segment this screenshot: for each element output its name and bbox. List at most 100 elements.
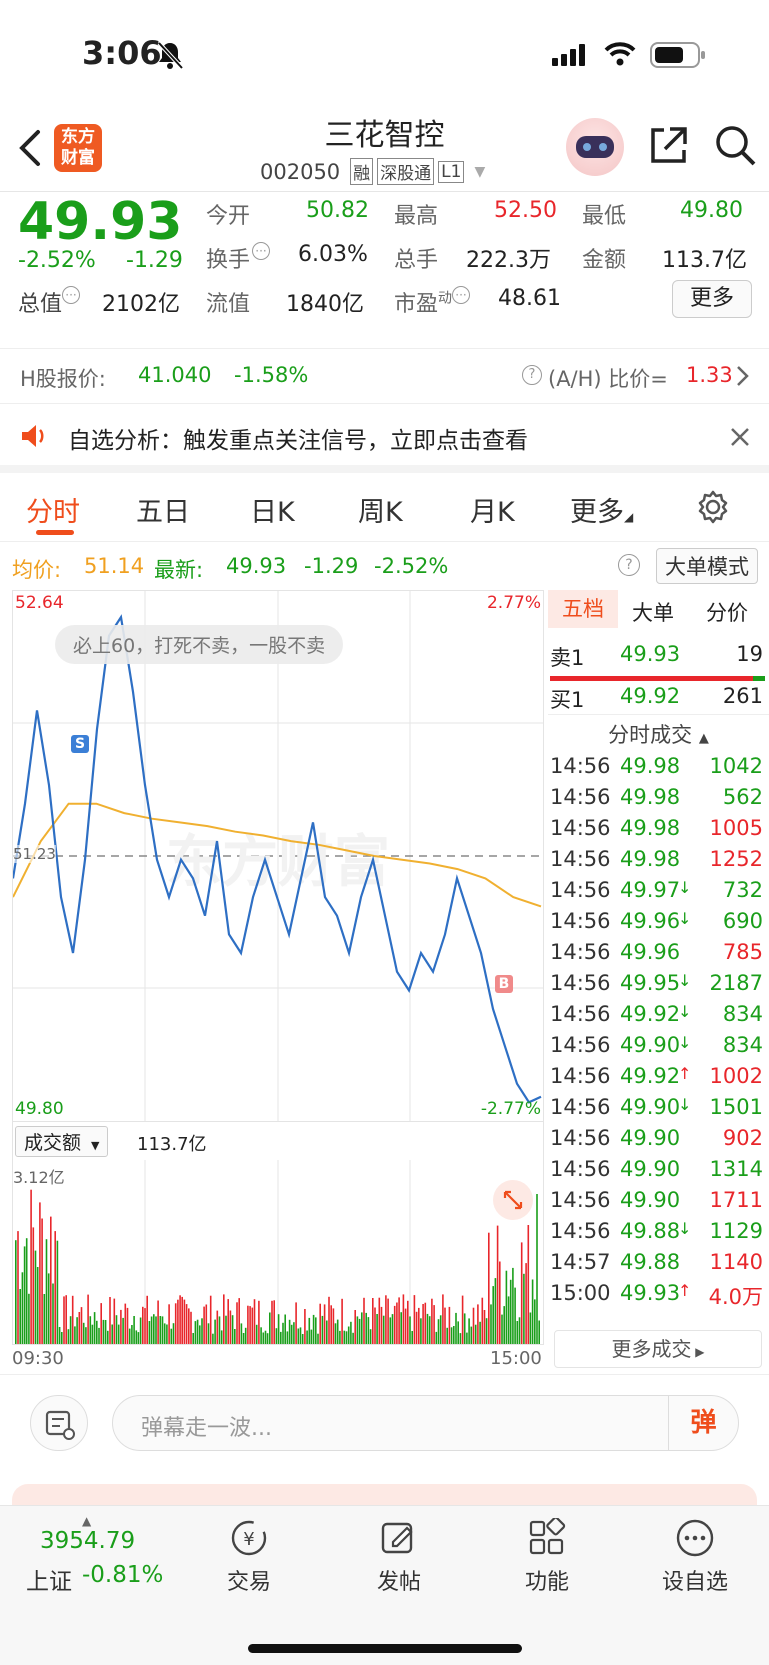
volume-bar [347, 1326, 350, 1344]
more-trades-button[interactable]: 更多成交 ▶ [554, 1330, 762, 1368]
status-bar: 3:06 [0, 0, 769, 110]
volume-bar [190, 1311, 192, 1344]
h-share-row[interactable]: H股报价: 41.040 -1.58% ? (A/H) 比价= 1.33 [0, 348, 769, 404]
ticks-header[interactable]: 分时成交 ▲ [548, 714, 769, 750]
danmu-settings-icon[interactable] [30, 1395, 88, 1451]
volume-bar [183, 1299, 186, 1344]
tick-price: 49.96 [620, 940, 681, 964]
share-icon[interactable] [648, 124, 690, 166]
tab-price-distribution[interactable]: 分价 [706, 597, 748, 627]
volume-bar [455, 1312, 457, 1344]
volume-bar [503, 1306, 505, 1344]
intraday-chart-svg: 东方财富 [13, 591, 543, 1121]
volume-bar [120, 1309, 122, 1344]
tab-more[interactable]: 更多◢ [570, 490, 633, 529]
info-dots-icon[interactable]: ··· [62, 286, 81, 304]
tab-five-levels[interactable]: 五档 [548, 590, 618, 628]
volume-bar [93, 1312, 96, 1344]
volume-bar [96, 1320, 98, 1344]
tick-volume: 1711 [709, 1188, 763, 1212]
volume-bar [448, 1306, 451, 1344]
info-dots-icon[interactable]: ··· [252, 242, 271, 260]
tick-time: 14:56 [550, 1033, 611, 1057]
tab-monthly-k[interactable]: 月K [470, 490, 515, 529]
info-dots-icon[interactable]: ··· [452, 286, 471, 304]
high-label: 最高 [394, 204, 439, 229]
tick-arrow: ↓ [678, 878, 692, 897]
nav-add-watchlist[interactable]: 设自选 [640, 1518, 750, 1596]
tab-big-orders[interactable]: 大单 [632, 597, 674, 627]
robot-assistant-icon[interactable] [566, 118, 624, 176]
volume-bar [82, 1322, 85, 1344]
help-icon[interactable]: ? [522, 365, 542, 385]
volume-max-label: 3.12亿 [13, 1168, 65, 1187]
nav-functions[interactable]: 功能 [492, 1516, 602, 1596]
tick-volume: 1042 [709, 754, 763, 778]
open-value: 50.82 [306, 198, 369, 223]
tick-arrow: ↑ [678, 1064, 692, 1083]
big-order-mode-button[interactable]: 大单模式 [656, 548, 758, 584]
expand-icon[interactable] [493, 1180, 533, 1220]
stock-code: 002050 [260, 159, 341, 184]
tick-volume: 1002 [709, 1064, 763, 1088]
volume-bar [32, 1227, 35, 1344]
home-indicator [248, 1644, 522, 1653]
volume-bar [387, 1298, 389, 1344]
volume-bar [126, 1307, 129, 1344]
volume-bar [196, 1319, 199, 1344]
analysis-banner[interactable]: 自选分析：触发重点关注信号，立即点击查看 [0, 405, 769, 473]
intraday-chart[interactable]: 东方财富 52.64 2.77% 51.23 49.80 -2.77% 必上60… [12, 590, 544, 1122]
tab-weekly-k[interactable]: 周K [358, 490, 403, 529]
tab-intraday[interactable]: 分时 [26, 490, 80, 529]
nav-post[interactable]: 发帖 [344, 1518, 454, 1596]
volume-bar [301, 1334, 304, 1344]
volume-bar [166, 1324, 168, 1344]
volume-bar [466, 1332, 468, 1344]
back-arrow-icon[interactable] [16, 128, 44, 168]
volume-label: 总手 [394, 248, 439, 273]
volume-bar [426, 1313, 429, 1344]
tick-row: 14:56 49.97 ↓ 732 [548, 878, 769, 911]
change-percent: -2.52% [18, 248, 96, 273]
volume-chart[interactable]: 3.12亿 [12, 1160, 544, 1345]
help-icon[interactable]: ? [618, 554, 640, 576]
axis-mid: 51.23 [13, 845, 56, 863]
sell-signal-icon[interactable]: S [71, 735, 89, 753]
volume-bar [85, 1327, 87, 1344]
search-icon[interactable] [714, 124, 758, 168]
volume-bar [396, 1302, 398, 1344]
volume-bar [80, 1307, 83, 1344]
volume-bar [115, 1315, 118, 1344]
volume-type-select[interactable]: 成交额 ▼ [15, 1126, 109, 1157]
volume-bar [76, 1317, 78, 1344]
tab-daily-k[interactable]: 日K [250, 490, 295, 529]
settings-gear-icon[interactable] [696, 490, 730, 524]
tick-price: 49.98 [620, 785, 681, 809]
close-icon[interactable] [730, 427, 750, 447]
volume-bar [273, 1300, 275, 1344]
danmu-send-button[interactable]: 弹 [668, 1396, 738, 1450]
stock-code-line[interactable]: 002050 融 深股通 L1 ▼ [260, 158, 485, 185]
nav-trade[interactable]: ¥ 交易 [194, 1518, 304, 1596]
active-tab-indicator [36, 530, 74, 535]
tick-price: 49.97 [620, 878, 681, 902]
tick-volume: 562 [722, 785, 763, 809]
low-value: 49.80 [680, 198, 743, 223]
time-end: 15:00 [490, 1348, 542, 1369]
sell-1-price: 49.93 [620, 642, 681, 666]
volume-bar [343, 1330, 346, 1344]
volume-bar [534, 1299, 536, 1344]
tick-row: 14:56 49.96 ↓ 690 [548, 909, 769, 942]
danmu-input[interactable]: 弹幕走一波... 弹 [112, 1395, 739, 1451]
tick-time: 14:56 [550, 1095, 611, 1119]
volume-bar [520, 1242, 523, 1344]
volume-bar [446, 1327, 448, 1344]
volume-bar [157, 1300, 159, 1344]
tab-five-day[interactable]: 五日 [136, 490, 190, 529]
more-fields-button[interactable]: 更多 [672, 280, 752, 318]
volume-bar [244, 1327, 247, 1344]
index-value[interactable]: 3954.79 [40, 1528, 135, 1554]
volume-bar [472, 1307, 475, 1344]
buy-signal-icon[interactable]: B [495, 975, 513, 993]
grid-apps-icon [529, 1516, 566, 1555]
